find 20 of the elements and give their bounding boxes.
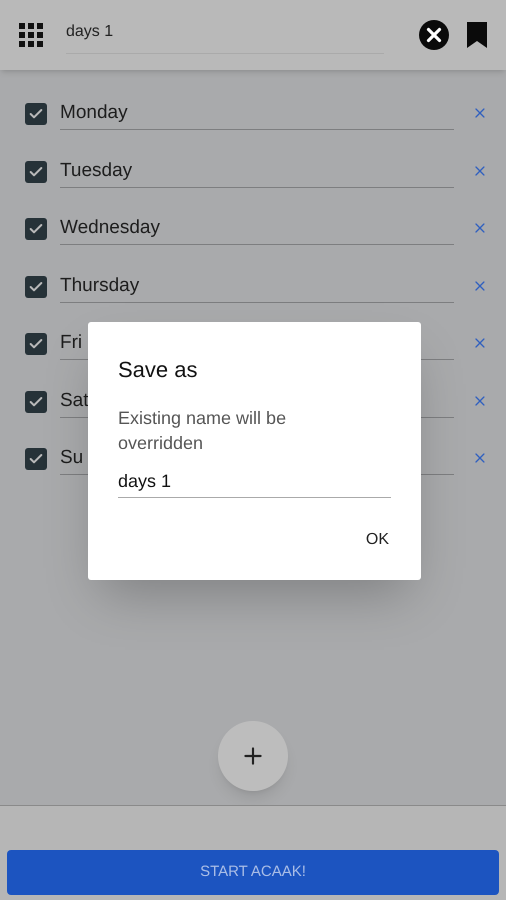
day-field[interactable]: Tuesday (60, 158, 454, 188)
checkbox[interactable] (25, 390, 47, 412)
start-button[interactable]: START ACAAK! (7, 850, 499, 895)
ok-button[interactable]: OK (364, 524, 391, 556)
close-icon[interactable] (418, 19, 450, 51)
checkbox[interactable] (25, 103, 47, 125)
checkbox[interactable] (25, 276, 47, 298)
checkbox[interactable] (25, 333, 47, 355)
dialog-message: Existing name will be overridden (118, 407, 288, 455)
grid-icon[interactable] (18, 22, 44, 48)
dialog-title: Save as (118, 356, 198, 384)
checkbox[interactable] (25, 160, 47, 182)
checkbox[interactable] (25, 448, 47, 470)
day-field[interactable]: Monday (60, 100, 454, 130)
name-input[interactable]: days 1 (118, 466, 391, 498)
bookmark-icon[interactable] (466, 21, 488, 49)
checkbox[interactable] (25, 218, 47, 240)
day-field[interactable]: Thursday (60, 272, 454, 302)
name-field[interactable]: days 1 (66, 16, 384, 54)
day-field[interactable]: Wednesday (60, 215, 454, 245)
